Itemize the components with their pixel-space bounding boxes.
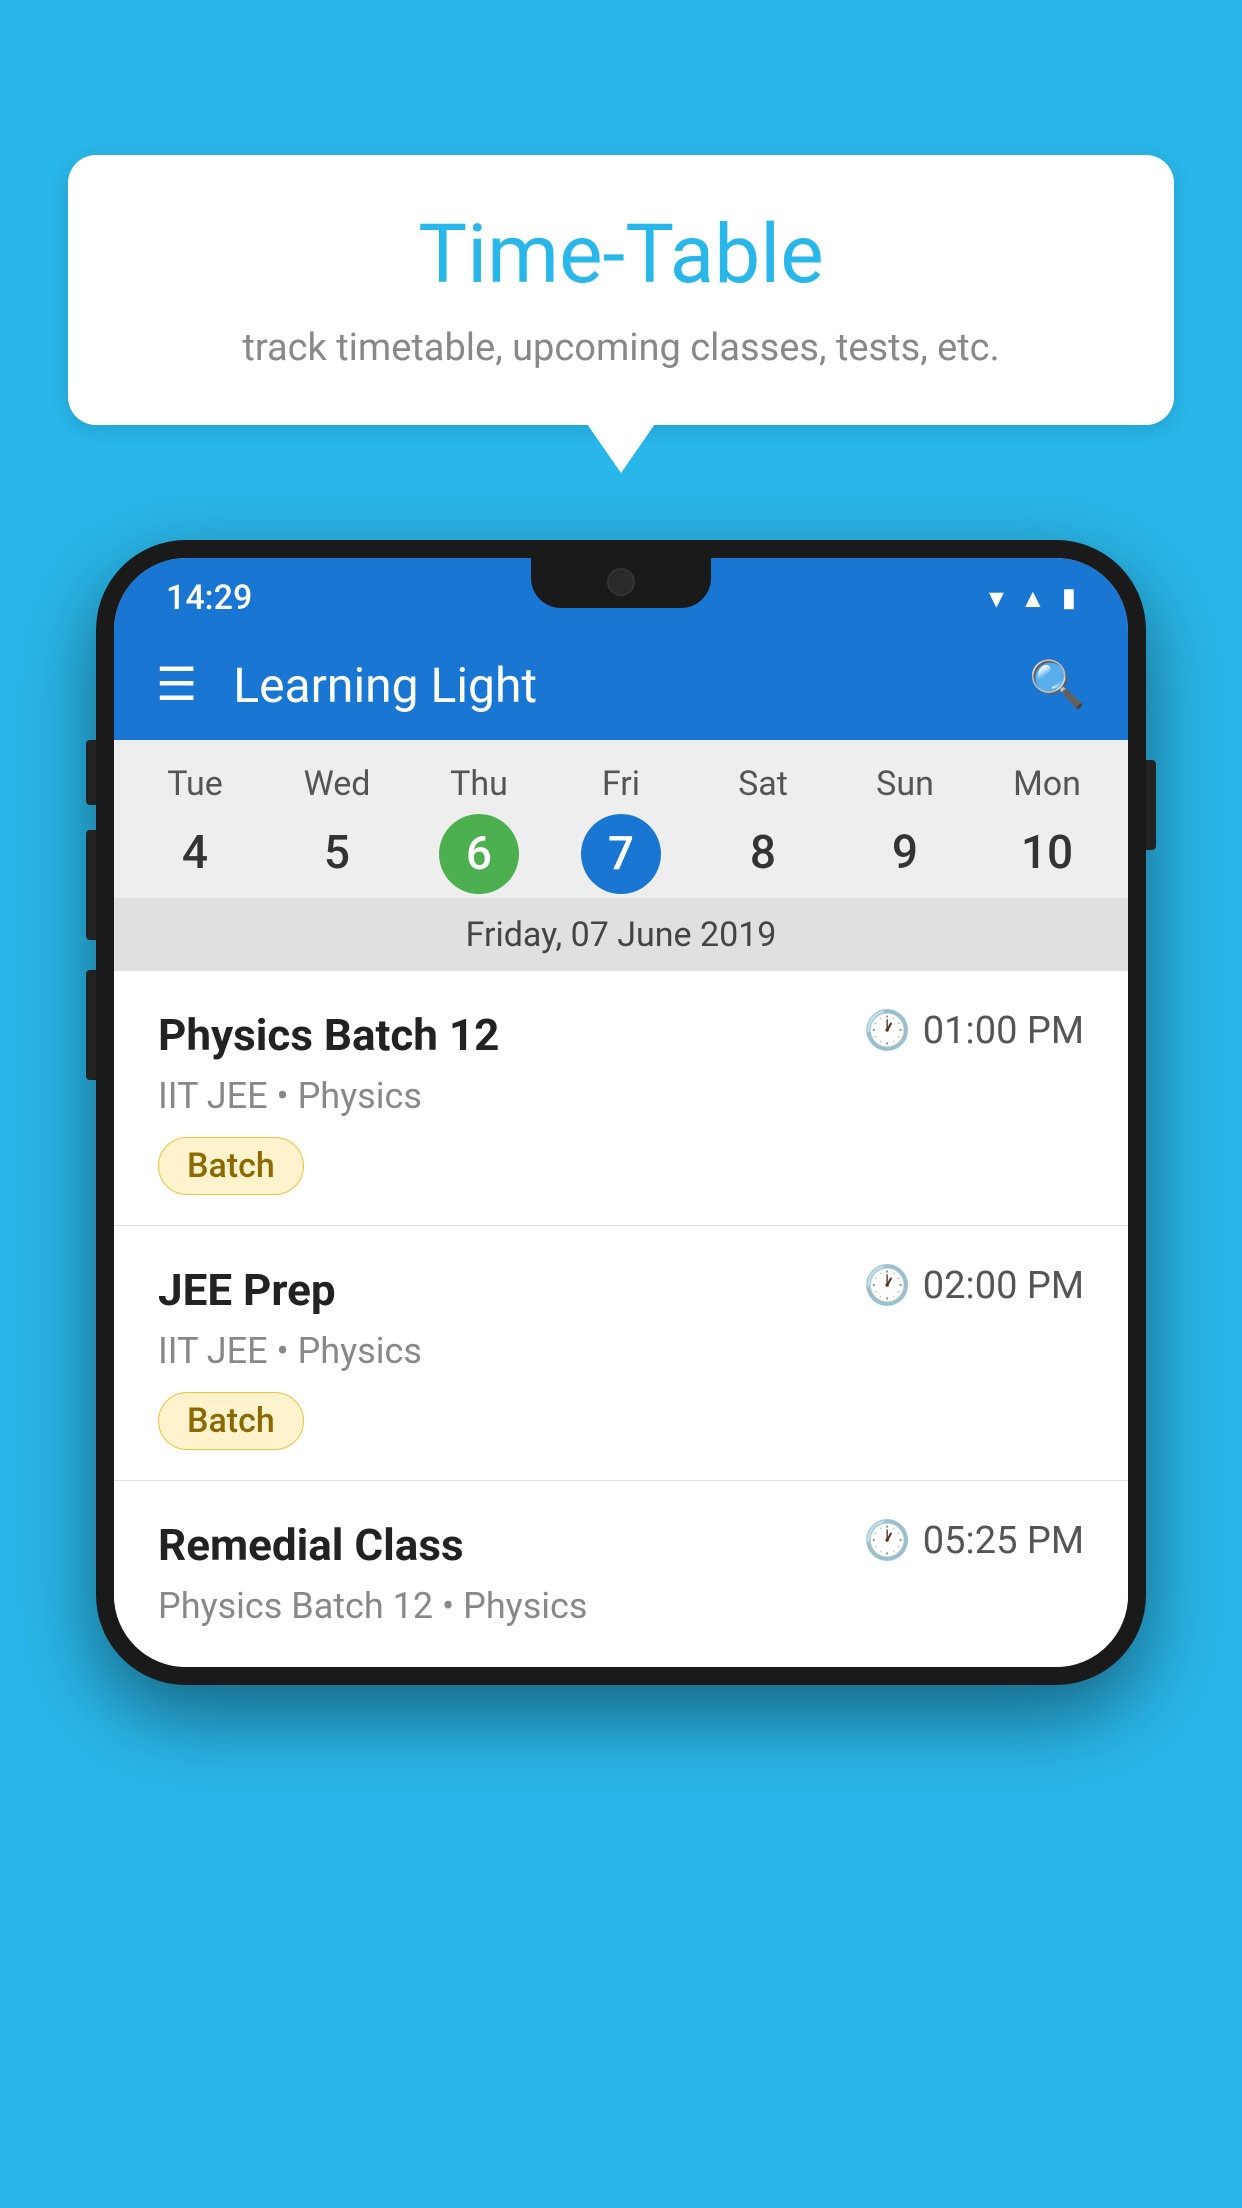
day-label-mon[interactable]: Mon bbox=[976, 764, 1118, 814]
phone-notch bbox=[531, 558, 711, 608]
schedule-item-1-name: Physics Batch 12 bbox=[158, 1009, 863, 1061]
app-bar-title: Learning Light bbox=[233, 657, 1028, 714]
bubble-title: Time-Table bbox=[128, 210, 1114, 300]
day-label-sat[interactable]: Sat bbox=[692, 764, 834, 814]
day-labels: Tue Wed Thu Fri Sat Sun Mon bbox=[114, 764, 1128, 814]
day-label-thu[interactable]: Thu bbox=[408, 764, 550, 814]
schedule-item-3-sub: Physics Batch 12 • Physics bbox=[158, 1585, 1084, 1627]
selected-date-label: Friday, 07 June 2019 bbox=[114, 898, 1128, 971]
phone-button-left-1 bbox=[86, 740, 96, 805]
hamburger-icon[interactable]: ☰ bbox=[156, 662, 197, 708]
schedule-item-3-time-value: 05:25 PM bbox=[923, 1519, 1084, 1563]
schedule-item-1-badge: Batch bbox=[158, 1137, 304, 1195]
day-label-fri[interactable]: Fri bbox=[550, 764, 692, 814]
schedule-item-2-time: 🕐 02:00 PM bbox=[863, 1264, 1084, 1308]
day-label-sun[interactable]: Sun bbox=[834, 764, 976, 814]
calendar-strip: Tue Wed Thu Fri Sat Sun Mon 4 5 6 7 8 9 … bbox=[114, 740, 1128, 971]
day-num-6[interactable]: 6 bbox=[439, 814, 519, 894]
schedule-item-3-name: Remedial Class bbox=[158, 1519, 863, 1571]
schedule-item-3-header: Remedial Class 🕐 05:25 PM bbox=[158, 1519, 1084, 1571]
schedule-item-3[interactable]: Remedial Class 🕐 05:25 PM Physics Batch … bbox=[114, 1481, 1128, 1667]
phone-button-left-2 bbox=[86, 830, 96, 940]
wifi-icon: ▾ bbox=[989, 581, 1004, 616]
day-num-4[interactable]: 4 bbox=[124, 814, 266, 898]
search-icon[interactable]: 🔍 bbox=[1029, 658, 1086, 712]
schedule-item-1-header: Physics Batch 12 🕐 01:00 PM bbox=[158, 1009, 1084, 1061]
schedule-item-2-badge: Batch bbox=[158, 1392, 304, 1450]
phone-mockup: 14:29 ▾ ▲ ▮ ☰ Learning Light 🔍 Tue Wed T… bbox=[96, 540, 1146, 1685]
schedule-item-1-time: 🕐 01:00 PM bbox=[863, 1009, 1084, 1053]
day-numbers: 4 5 6 7 8 9 10 bbox=[114, 814, 1128, 898]
schedule-item-2-header: JEE Prep 🕐 02:00 PM bbox=[158, 1264, 1084, 1316]
speech-bubble: Time-Table track timetable, upcoming cla… bbox=[68, 155, 1174, 425]
day-num-7[interactable]: 7 bbox=[581, 814, 661, 894]
status-icons: ▾ ▲ ▮ bbox=[989, 581, 1076, 616]
schedule-item-1-sub: IIT JEE • Physics bbox=[158, 1075, 1084, 1117]
day-num-5[interactable]: 5 bbox=[266, 814, 408, 898]
phone-button-right bbox=[1146, 760, 1156, 850]
day-label-tue[interactable]: Tue bbox=[124, 764, 266, 814]
schedule-item-1-time-value: 01:00 PM bbox=[923, 1009, 1084, 1053]
schedule-item-2-name: JEE Prep bbox=[158, 1264, 863, 1316]
schedule-item-1[interactable]: Physics Batch 12 🕐 01:00 PM IIT JEE • Ph… bbox=[114, 971, 1128, 1226]
bubble-subtitle: track timetable, upcoming classes, tests… bbox=[128, 322, 1114, 375]
day-num-10[interactable]: 10 bbox=[976, 814, 1118, 898]
phone-button-left-3 bbox=[86, 970, 96, 1080]
day-num-8[interactable]: 8 bbox=[692, 814, 834, 898]
clock-icon-3: 🕐 bbox=[863, 1519, 910, 1563]
status-time: 14:29 bbox=[166, 578, 252, 618]
signal-icon: ▲ bbox=[1020, 583, 1046, 614]
phone-camera bbox=[607, 568, 635, 596]
schedule-item-2[interactable]: JEE Prep 🕐 02:00 PM IIT JEE • Physics Ba… bbox=[114, 1226, 1128, 1481]
schedule-item-2-sub: IIT JEE • Physics bbox=[158, 1330, 1084, 1372]
clock-icon-2: 🕐 bbox=[863, 1264, 910, 1308]
app-bar: ☰ Learning Light 🔍 bbox=[114, 630, 1128, 740]
day-label-wed[interactable]: Wed bbox=[266, 764, 408, 814]
schedule-item-3-time: 🕐 05:25 PM bbox=[863, 1519, 1084, 1563]
phone-outer: 14:29 ▾ ▲ ▮ ☰ Learning Light 🔍 Tue Wed T… bbox=[96, 540, 1146, 1685]
clock-icon-1: 🕐 bbox=[863, 1009, 910, 1053]
schedule-item-2-time-value: 02:00 PM bbox=[923, 1264, 1084, 1308]
schedule-list: Physics Batch 12 🕐 01:00 PM IIT JEE • Ph… bbox=[114, 971, 1128, 1667]
battery-icon: ▮ bbox=[1062, 583, 1076, 613]
day-num-9[interactable]: 9 bbox=[834, 814, 976, 898]
phone-screen: 14:29 ▾ ▲ ▮ ☰ Learning Light 🔍 Tue Wed T… bbox=[114, 558, 1128, 1667]
